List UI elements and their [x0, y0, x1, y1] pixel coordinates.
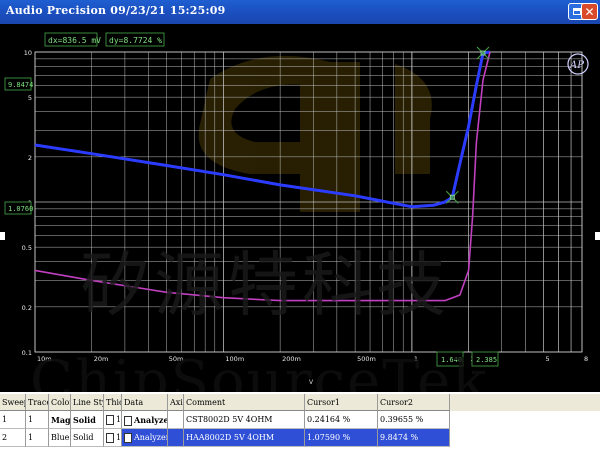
cell-data[interactable]: Analyzer.THD+N Left: [122, 411, 168, 429]
maximize-icon: [573, 8, 581, 15]
x-tick-label: 8: [584, 355, 588, 363]
cell-cursor1: 1.07590 %: [305, 429, 378, 447]
table-header: Sweep Trace Color Line Style Thick Data …: [0, 394, 600, 411]
graph-panel[interactable]: 10m20m50m100m200m500m1258105210.50.20.1 …: [0, 24, 600, 392]
window-title: Audio Precision 09/23/21 15:25:09: [6, 4, 226, 17]
cell-line-style[interactable]: Solid: [71, 429, 104, 447]
cell-thick-value: 1: [116, 433, 122, 442]
watermark-latin: ChipSourceTek: [30, 349, 488, 392]
y-cursor-upper-text: 9.8474: [8, 81, 33, 89]
dy-readout-text: dy=8.7724 %: [109, 36, 162, 45]
cell-sweep: 1: [0, 411, 26, 429]
cell-trace: 1: [26, 429, 49, 447]
y-cursor-upper-readout: 9.8474: [4, 77, 33, 91]
cell-sweep: 2: [0, 429, 26, 447]
table-row-selected[interactable]: 2 1 Blue Solid 1 Analyzer.THD+N Left HAA…: [0, 429, 600, 447]
dropdown-icon: [106, 415, 114, 425]
right-resize-handle[interactable]: [595, 232, 600, 240]
col-cursor2[interactable]: Cursor2: [378, 394, 450, 411]
cell-data-value: Analyzer.THD+N Left: [134, 433, 167, 442]
cell-trace: 1: [26, 411, 49, 429]
x-tick-label: 5: [546, 355, 550, 363]
thd-graph[interactable]: 10m20m50m100m200m500m1258105210.50.20.1 …: [0, 24, 600, 392]
cell-line-style[interactable]: Solid: [71, 411, 104, 429]
col-line-style[interactable]: Line Style: [71, 394, 104, 411]
trace-table: Sweep Trace Color Line Style Thick Data …: [0, 392, 600, 450]
cell-data[interactable]: Analyzer.THD+N Left: [122, 429, 168, 447]
col-comment[interactable]: Comment: [184, 394, 305, 411]
cell-color[interactable]: Blue: [49, 429, 71, 447]
y-tick-label: 10: [24, 49, 32, 57]
dropdown-icon: [124, 416, 132, 426]
dx-readout: dx=836.5 mV: [44, 32, 101, 47]
dropdown-icon: [106, 433, 114, 443]
cell-cursor2: 9.8474 %: [378, 429, 450, 447]
ap-logo-text: AP: [569, 60, 584, 71]
cell-axis[interactable]: [168, 429, 184, 447]
dy-readout: dy=8.7724 %: [105, 32, 165, 47]
y-tick-label: 2: [28, 154, 32, 162]
cell-thick-value: 1: [116, 415, 122, 424]
dropdown-icon: [124, 433, 132, 443]
close-button[interactable]: ✕: [581, 3, 598, 20]
col-trace[interactable]: Trace: [26, 394, 49, 411]
cell-cursor1: 0.24164 %: [305, 411, 378, 429]
close-icon: ✕: [584, 4, 595, 19]
y-tick-label: 5: [28, 94, 32, 102]
left-resize-handle[interactable]: [0, 232, 5, 240]
window-title-bar: Audio Precision 09/23/21 15:25:09 ✕: [0, 0, 600, 24]
cell-cursor2: 0.39655 %: [378, 411, 450, 429]
cell-data-value: Analyzer.THD+N Left: [134, 415, 168, 425]
y-tick-label: 0.2: [22, 304, 32, 312]
ap-logo: AP: [567, 53, 589, 75]
table-row[interactable]: 1 1 Mage Solid 1 Analyzer.THD+N Left CST…: [0, 411, 600, 429]
cell-thick[interactable]: 1: [104, 429, 122, 447]
col-color[interactable]: Color: [49, 394, 71, 411]
col-cursor1[interactable]: Cursor1: [305, 394, 378, 411]
cell-axis[interactable]: [168, 411, 184, 429]
y-cursor-lower-readout: 1.0760: [4, 201, 33, 215]
dx-readout-text: dx=836.5 mV: [48, 36, 101, 45]
cell-thick[interactable]: 1: [104, 411, 122, 429]
col-axis[interactable]: Axis: [168, 394, 184, 411]
col-thick[interactable]: Thick: [104, 394, 122, 411]
col-data[interactable]: Data: [122, 394, 168, 411]
y-tick-label: 0.5: [22, 244, 32, 252]
col-sweep[interactable]: Sweep: [0, 394, 26, 411]
y-cursor-lower-text: 1.0760: [8, 205, 33, 213]
watermark-chinese: 矽源特科技: [80, 244, 450, 326]
cell-color[interactable]: Mage: [49, 411, 71, 429]
cell-comment[interactable]: HAA8002D 5V 4OHM: [184, 429, 305, 447]
cell-comment[interactable]: CST8002D 5V 4OHM: [184, 411, 305, 429]
